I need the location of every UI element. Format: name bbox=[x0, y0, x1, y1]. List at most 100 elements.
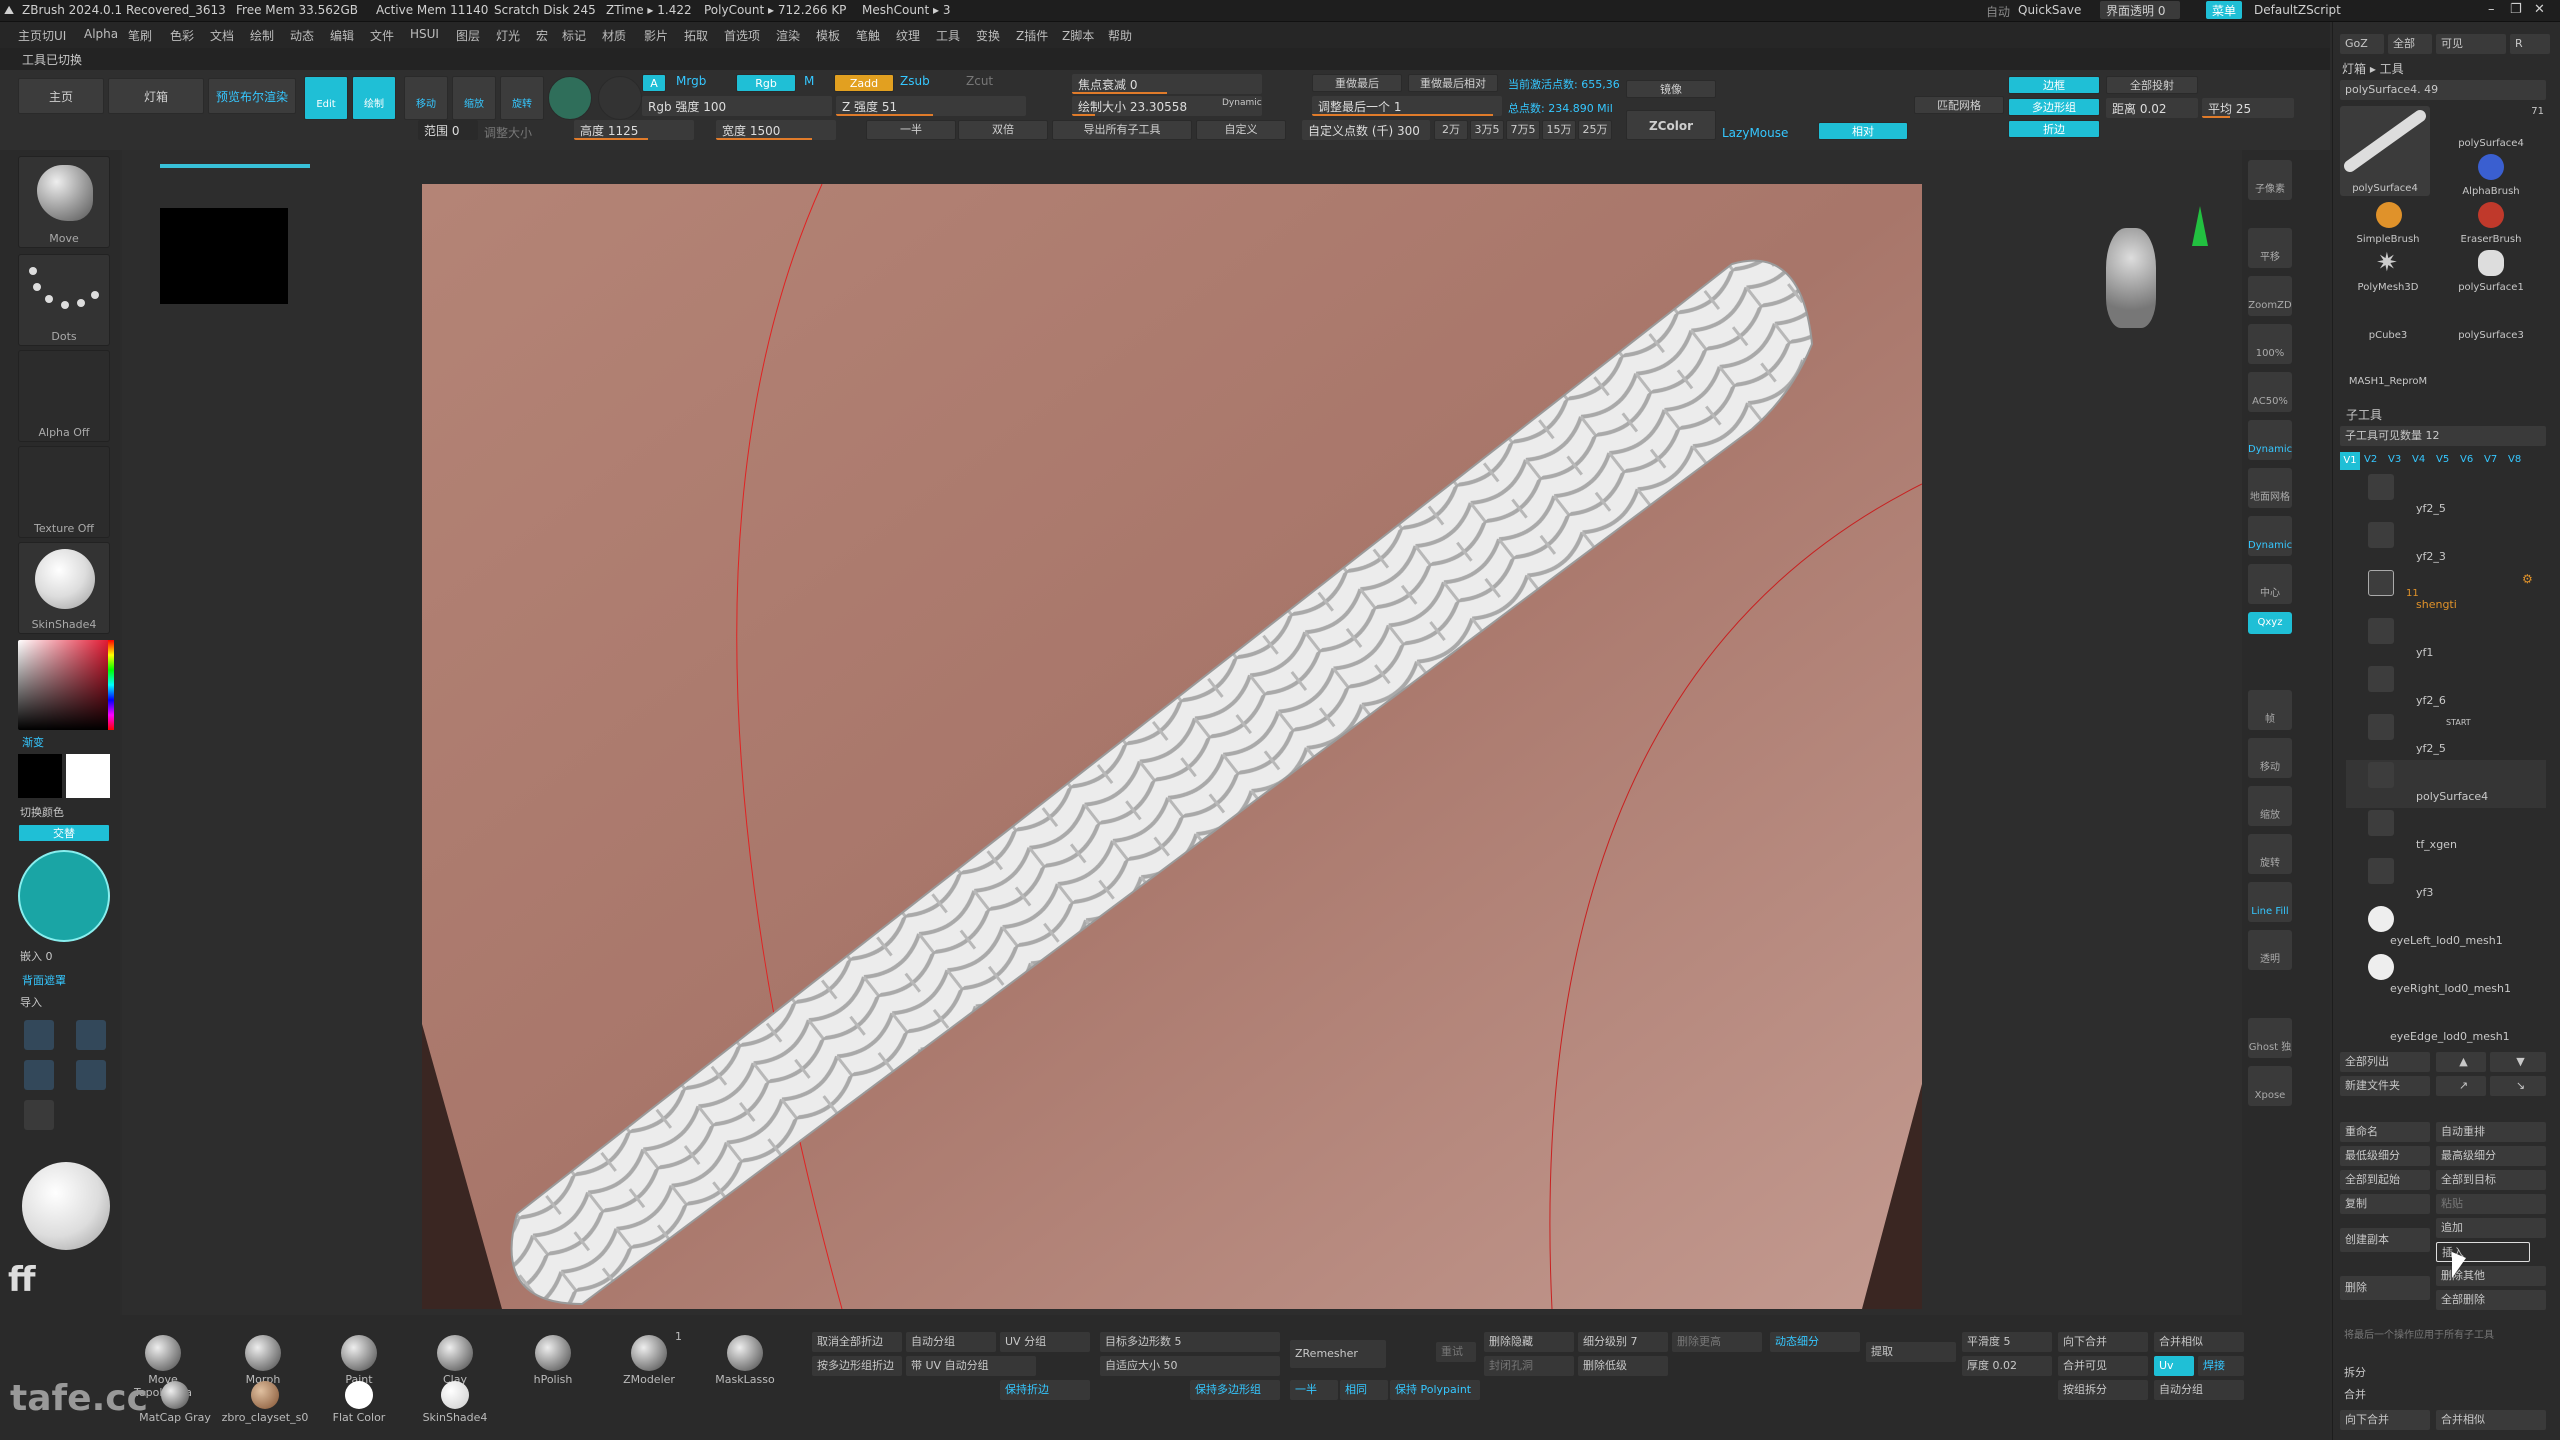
arrow-right-down-icon[interactable]: ↘ bbox=[2490, 1076, 2546, 1096]
crease-by-pg-button[interactable]: 按多边形组折边 bbox=[812, 1356, 902, 1376]
menu-button[interactable]: 菜单 bbox=[2206, 1, 2243, 19]
frame-button[interactable]: 帧 bbox=[2248, 690, 2292, 730]
rotate-view-button[interactable]: 旋转 bbox=[2248, 834, 2292, 874]
delete-all-button[interactable]: 全部删除 bbox=[2436, 1290, 2546, 1310]
preset-15w-button[interactable]: 15万 bbox=[1542, 120, 1576, 140]
onoff-icon[interactable] bbox=[24, 1060, 54, 1090]
auto-reorder-button[interactable]: 自动重排 bbox=[2436, 1122, 2546, 1142]
radial-icon[interactable] bbox=[76, 1060, 106, 1090]
append-button[interactable]: 追加 bbox=[2436, 1218, 2546, 1238]
material-flat-color[interactable]: Flat Color bbox=[314, 1376, 404, 1432]
zcolor-button[interactable]: ZColor bbox=[1626, 110, 1716, 140]
menu-item[interactable]: 变换 bbox=[976, 27, 1000, 44]
subdiv-level-slider[interactable]: 细分级别 7 bbox=[1578, 1332, 1668, 1352]
xpose-button[interactable]: Xpose bbox=[2248, 1066, 2292, 1106]
head-orientation-icon[interactable] bbox=[2106, 228, 2156, 328]
menu-item[interactable]: 首选项 bbox=[724, 27, 760, 44]
axis-gizmo-icon[interactable] bbox=[2192, 206, 2208, 246]
thickness-slider[interactable]: 厚度 0.02 bbox=[1962, 1356, 2052, 1376]
document-canvas[interactable] bbox=[422, 184, 1922, 1309]
tool-thumb[interactable]: polySurface3 bbox=[2436, 298, 2546, 344]
stroke-thumb[interactable]: Dots bbox=[18, 254, 110, 346]
version-tab[interactable]: V6 bbox=[2460, 454, 2473, 465]
auto-group-bottom-button[interactable]: 自动分组 bbox=[2154, 1380, 2244, 1400]
current-brush-thumb[interactable]: Move bbox=[18, 156, 110, 248]
project-all-button[interactable]: 全部投射 bbox=[2106, 76, 2198, 94]
subtool-row[interactable]: eyeEdge_lod0_mesh1 bbox=[2346, 1000, 2546, 1048]
perspective-button[interactable]: Dynamic 透视 bbox=[2248, 420, 2292, 460]
auto-group-button[interactable]: 自动分组 bbox=[906, 1332, 996, 1352]
polyframe-button[interactable]: Line Fill PolyF bbox=[2248, 882, 2292, 922]
ac50-button[interactable]: AC50% bbox=[2248, 372, 2292, 412]
m-button[interactable]: M bbox=[804, 74, 814, 88]
menu-item[interactable]: 色彩 bbox=[170, 27, 194, 44]
subtool-row[interactable]: yf2_5 bbox=[2346, 472, 2546, 520]
lowest-subdiv-button[interactable]: 最低级细分 bbox=[2340, 1146, 2430, 1166]
zoom100-button[interactable]: 100% bbox=[2248, 324, 2292, 364]
crease-button[interactable]: 折边 bbox=[2008, 120, 2100, 138]
merge-header[interactable]: 合并 bbox=[2344, 1386, 2366, 1402]
draw-button[interactable]: 绘制 bbox=[352, 76, 396, 120]
insert-button[interactable]: 插入 bbox=[2436, 1242, 2530, 1262]
edit-button[interactable]: Edit bbox=[304, 76, 348, 120]
new-folder-button[interactable]: 新建文件夹 bbox=[2340, 1076, 2430, 1096]
subtool-row[interactable]: tf_xgen bbox=[2346, 808, 2546, 856]
version-tab[interactable]: V2 bbox=[2364, 454, 2377, 465]
repeat-last-button[interactable]: 重做最后 bbox=[1312, 74, 1402, 92]
gradient-label[interactable]: 渐变 bbox=[22, 734, 44, 750]
auto-group-uv-button[interactable]: 带 UV 自动分组 bbox=[906, 1356, 1036, 1376]
version-tab[interactable]: V7 bbox=[2484, 454, 2497, 465]
material-clayset[interactable]: zbro_clayset_s0 bbox=[220, 1376, 310, 1432]
highest-subdiv-button[interactable]: 最高级细分 bbox=[2436, 1146, 2546, 1166]
zscript-button[interactable]: DefaultZScript bbox=[2254, 3, 2341, 17]
menu-item[interactable]: 工具 bbox=[936, 27, 960, 44]
export-subtools-button[interactable]: 导出所有子工具 bbox=[1052, 120, 1192, 140]
tool-thumb[interactable]: EraserBrush bbox=[2436, 202, 2546, 248]
arrow-up-icon[interactable]: ▲ bbox=[2436, 1052, 2486, 1072]
menu-item[interactable]: 绘制 bbox=[250, 27, 274, 44]
z-intensity-slider[interactable]: Z 强度 51 bbox=[836, 96, 1026, 116]
custom-points-slider[interactable]: 自定义点数 (千) 300 bbox=[1302, 120, 1430, 140]
version-tab[interactable]: V5 bbox=[2436, 454, 2449, 465]
menu-item[interactable]: 标记 bbox=[562, 27, 586, 44]
color-picker[interactable] bbox=[18, 640, 112, 730]
close-holes-button[interactable]: 封闭孔洞 bbox=[1484, 1356, 1574, 1376]
current-tool-slider[interactable]: polySurface4. 49 bbox=[2340, 80, 2546, 100]
subtool-row[interactable]: yf2_3 bbox=[2346, 520, 2546, 568]
preset-2w-button[interactable]: 2万 bbox=[1434, 120, 1468, 140]
menu-item[interactable]: 渲染 bbox=[776, 27, 800, 44]
r-button[interactable]: R bbox=[2510, 34, 2550, 54]
rename-button[interactable]: 重命名 bbox=[2340, 1122, 2430, 1142]
zoom2d-button[interactable]: ZoomZD bbox=[2248, 276, 2292, 316]
mrgb-button[interactable]: Mrgb bbox=[676, 74, 706, 88]
switch-color-button[interactable]: 切换颜色 bbox=[20, 804, 64, 820]
rgb-intensity-slider[interactable]: Rgb 强度 100 bbox=[642, 96, 832, 116]
merge-similar-button[interactable]: 合并相似 bbox=[2436, 1410, 2546, 1430]
same-toggle[interactable]: 相同 bbox=[1340, 1380, 1388, 1400]
subtool-visible-count[interactable]: 子工具可见数量 12 bbox=[2340, 426, 2546, 446]
split-by-group-button[interactable]: 按组拆分 bbox=[2058, 1380, 2148, 1400]
goz-button[interactable]: GoZ bbox=[2340, 34, 2384, 54]
lightbox-button[interactable]: 灯箱 bbox=[108, 78, 204, 114]
secondary-color-swatch[interactable] bbox=[18, 754, 62, 798]
tool-thumb[interactable]: pCube3 bbox=[2340, 298, 2436, 344]
menu-item[interactable]: 拓取 bbox=[684, 27, 708, 44]
sphere-icon[interactable] bbox=[598, 76, 642, 120]
minimize-icon[interactable]: – bbox=[2488, 2, 2495, 17]
rgb-button[interactable]: Rgb bbox=[736, 74, 796, 92]
list-all-button[interactable]: 全部列出 bbox=[2340, 1052, 2430, 1072]
delete-button[interactable]: 删除 bbox=[2340, 1276, 2430, 1300]
floor-grid-button[interactable]: 地面网格 bbox=[2248, 468, 2292, 508]
adaptive-size-slider[interactable]: 自适应大小 50 bbox=[1100, 1356, 1280, 1376]
material-thumb[interactable]: SkinShade4 bbox=[18, 542, 110, 634]
width-slider[interactable]: 宽度 1500 bbox=[716, 120, 836, 140]
tool-thumb-main[interactable]: polySurface4 bbox=[2340, 106, 2430, 196]
zadd-button[interactable]: Zadd bbox=[834, 74, 894, 92]
dynamic-label[interactable]: Dynamic bbox=[1222, 98, 1262, 108]
pan-button[interactable]: 平移 bbox=[2248, 228, 2292, 268]
match-mesh-button[interactable]: 匹配网格 bbox=[1914, 96, 2004, 114]
transparency-button[interactable]: 透明 bbox=[2248, 930, 2292, 970]
preset-35k-button[interactable]: 3万5 bbox=[1470, 120, 1504, 140]
delete-lower-button[interactable]: 删除低级 bbox=[1578, 1356, 1668, 1376]
rotation-dial-icon[interactable] bbox=[18, 850, 110, 942]
